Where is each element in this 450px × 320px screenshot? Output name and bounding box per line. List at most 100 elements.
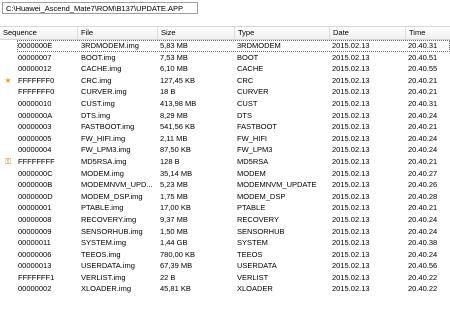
cell-date: 2015.02.13 — [332, 41, 370, 50]
table-row[interactable]: 00000011 SYSTEM.img 1,44 GB SYSTEM 2015.02.1… — [0, 237, 450, 249]
cell-time: 20.40.21 — [408, 203, 438, 213]
cell-size: 17,00 KB — [160, 203, 191, 213]
cell-date: 2015.02.13 — [332, 156, 370, 166]
cell-size: 5,23 MB — [160, 180, 188, 190]
row-icon-slot — [2, 272, 14, 284]
cell-time: 20.40.27 — [408, 168, 438, 178]
table-row[interactable]: 00000005 FW_HIFI.img 2,11 MB FW_HIFI 2015.02… — [0, 133, 450, 145]
cell-size: 22 B — [160, 272, 176, 282]
column-header-date[interactable]: Date — [330, 27, 406, 39]
cell-date: 2015.02.13 — [332, 284, 370, 294]
table-row[interactable]: 0000000B MODEMNVM_UPD... 5,23 MB MODEMNVM_U… — [0, 179, 450, 191]
cell-file: DTS.img — [81, 110, 111, 120]
row-icon-slot — [2, 98, 14, 110]
table-row[interactable]: 0000000D MODEM_DSP.img 1,75 MB MODEM_DSP 201… — [0, 191, 450, 203]
table-row[interactable]: 00000004 FW_LPM3.img 87,50 KB FW_LPM3 2015.0… — [0, 144, 450, 156]
column-header-type[interactable]: Type — [235, 27, 330, 39]
table-row[interactable]: 0000000C MODEM.img 35,14 MB MODEM 2015.02.13… — [0, 168, 450, 180]
cell-type: MODEM — [237, 168, 266, 178]
cell-file: MODEM_DSP.img — [81, 191, 143, 201]
table-row[interactable]: 0000000E 3RDMODEM.img 5,83 MB 3RDMODEM 2015.… — [0, 40, 450, 52]
table-row[interactable]: 00000001 PTABLE.img 17,00 KB PTABLE 2015.02.… — [0, 202, 450, 214]
cell-file: CUST.img — [81, 98, 115, 108]
cell-time: 20.40.21 — [408, 156, 438, 166]
table-row[interactable]: 00000006 TEEOS.img 780,00 KB TEEOS 2015.02.1… — [0, 249, 450, 261]
cell-type: FW_HIFI — [237, 133, 267, 143]
row-icon-slot — [2, 168, 14, 180]
cell-sequence: 00000001 — [18, 203, 52, 213]
cell-date: 2015.02.13 — [332, 64, 370, 74]
cell-file: SENSORHUB.img — [81, 226, 143, 236]
cell-size: 127,45 KB — [160, 75, 196, 85]
cell-size: 1,75 MB — [160, 191, 188, 201]
cell-size: 2,11 MB — [160, 133, 188, 143]
star-icon: ★ — [4, 75, 12, 85]
table-row[interactable]: 00000007 BOOT.img 7,53 MB BOOT 2015.02.13 20.… — [0, 52, 450, 64]
column-header-sequence[interactable]: Sequence — [0, 27, 78, 39]
table-row[interactable]: FFFFFFF0 CURVER.img 18 B CURVER 2015.02.13 20… — [0, 86, 450, 98]
cell-size: 413,98 MB — [160, 98, 197, 108]
cell-size: 541,56 KB — [160, 122, 196, 132]
cell-sequence: FFFFFFF0 — [18, 75, 55, 85]
cell-date: 2015.02.13 — [332, 249, 370, 259]
cell-sequence: 00000011 — [18, 238, 51, 248]
cell-time: 20.40.24 — [408, 249, 438, 259]
row-icon-slot — [2, 179, 14, 191]
table-row[interactable]: 00000008 RECOVERY.img 9,37 MB RECOVERY 2015.… — [0, 214, 450, 226]
column-header-file[interactable]: File — [78, 27, 158, 39]
cell-sequence: 00000006 — [18, 249, 52, 259]
cell-type: CURVER — [237, 87, 269, 97]
cell-file: 3RDMODEM.img — [81, 41, 139, 50]
cell-time: 20.40.24 — [408, 133, 438, 143]
table-row[interactable]: 00000012 CACHE.img 6,10 MB CACHE 2015.02.13 2… — [0, 63, 450, 75]
cell-sequence: FFFFFFF0 — [18, 87, 55, 97]
cell-type: RECOVERY — [237, 214, 279, 224]
table-row[interactable]: FFFFFFF1 VERLIST.img 22 B VERLIST 2015.02.13… — [0, 272, 450, 284]
cell-type: CRC — [237, 75, 254, 85]
table-row[interactable]: 0000000A DTS.img 8,29 MB DTS 2015.02.13 20.40… — [0, 110, 450, 122]
column-header-size[interactable]: Size — [158, 27, 235, 39]
cell-file: TEEOS.img — [81, 249, 121, 259]
row-icon-slot — [2, 191, 14, 203]
cell-date: 2015.02.13 — [332, 122, 370, 132]
row-icon-slot — [2, 202, 14, 214]
cell-time: 20.40.26 — [408, 180, 438, 190]
cell-type: CACHE — [237, 64, 264, 74]
cell-time: 20.40.28 — [408, 191, 438, 201]
cell-type: VERLIST — [237, 272, 269, 282]
cell-type: USERDATA — [237, 261, 277, 271]
cell-sequence: FFFFFFFF — [18, 156, 55, 166]
cell-size: 1,50 MB — [160, 226, 188, 236]
cell-type: 3RDMODEM — [237, 41, 281, 50]
table-row[interactable]: 00000003 FASTBOOT.img 541,56 KB FASTBOOT 201… — [0, 121, 450, 133]
cell-size: 45,81 KB — [160, 284, 191, 294]
cell-date: 2015.02.13 — [332, 75, 370, 85]
column-header-time[interactable]: Time — [406, 27, 450, 39]
table-row[interactable]: 00000010 CUST.img 413,98 MB CUST 2015.02.13 2… — [0, 98, 450, 110]
cell-date: 2015.02.13 — [332, 133, 370, 143]
cell-date: 2015.02.13 — [332, 110, 370, 120]
cell-sequence: 00000002 — [18, 284, 52, 294]
cell-sequence: FFFFFFF1 — [18, 272, 55, 282]
cell-size: 35,14 MB — [160, 168, 193, 178]
cell-time: 20.40.31 — [408, 98, 438, 108]
cell-size: 18 B — [160, 87, 176, 97]
path-field[interactable]: C:\Huawei_Ascend_Mate7\ROM\B137\UPDATE.A… — [2, 2, 198, 14]
cell-type: XLOADER — [237, 284, 273, 294]
cell-file: FASTBOOT.img — [81, 122, 135, 132]
cell-time: 20.40.24 — [408, 145, 438, 155]
cell-sequence: 0000000A — [18, 110, 53, 120]
cell-size: 8,29 MB — [160, 110, 188, 120]
cell-date: 2015.02.13 — [332, 238, 370, 248]
table-row[interactable]: 00000002 XLOADER.img 45,81 KB XLOADER 2015.0… — [0, 283, 450, 295]
cell-sequence: 0000000C — [18, 168, 53, 178]
table-row[interactable]: 00000013 USERDATA.img 67,39 MB USERDATA 2015… — [0, 260, 450, 272]
table-row[interactable]: ★ FFFFFFF0 CRC.img 127,45 KB CRC 2015.02.13 20… — [0, 75, 450, 87]
table-row[interactable]: 00000009 SENSORHUB.img 1,50 MB SENSORHUB 201… — [0, 226, 450, 238]
cell-time: 20.40.24 — [408, 110, 438, 120]
row-icon-slot — [2, 110, 14, 122]
cell-file: FW_HIFI.img — [81, 133, 126, 143]
cell-time: 20.40.51 — [408, 52, 438, 62]
cell-sequence: 0000000E — [18, 41, 53, 50]
table-row[interactable]: ⚿ FFFFFFFF MD5RSA.img 128 B MD5RSA 2015.02.13… — [0, 156, 450, 168]
